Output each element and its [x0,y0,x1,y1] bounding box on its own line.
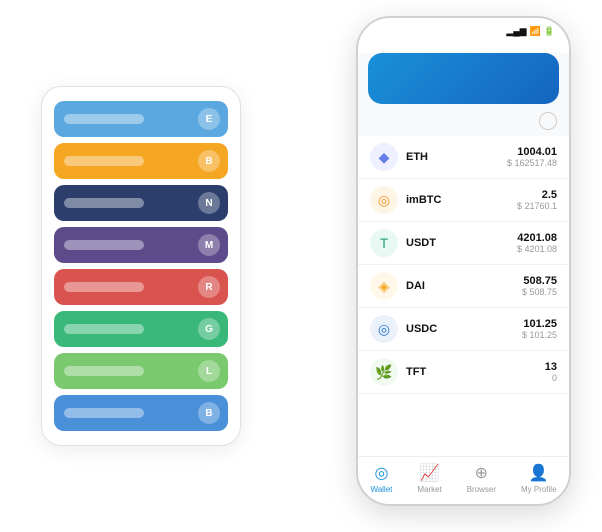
bottom-nav: ◎ Wallet 📈 Market ⊕ Browser 👤 My Profile [358,456,569,504]
nav-item-browser[interactable]: ⊕ Browser [467,463,496,494]
card-item-3: M [54,227,228,263]
status-icons: ▂▄▆ 📶 🔋 [506,26,555,37]
nav-label-wallet: Wallet [370,485,392,494]
asset-name-eth: ETH [406,151,507,163]
asset-value-tft: 0 [545,373,557,383]
phone-mockup: ▂▄▆ 📶 🔋 [356,16,571,506]
asset-amount-imbtc: 2.5 [517,189,557,201]
nav-label-browser: Browser [467,485,496,494]
asset-item-imbtc[interactable]: ◎ imBTC2.5$ 21760.1 [358,179,569,222]
asset-icon-usdc: ◎ [370,315,398,343]
signal-icon: ▂▄▆ [506,26,526,37]
asset-icon-dai: ◈ [370,272,398,300]
nav-item-my-profile[interactable]: 👤 My Profile [521,463,557,494]
asset-amount-eth: 1004.01 [507,146,557,158]
asset-amounts-dai: 508.75$ 508.75 [522,275,557,297]
asset-icon-tft: 🌿 [370,358,398,386]
app-header [358,41,569,53]
asset-list: ◆ ETH1004.01$ 162517.48 ◎ imBTC2.5$ 21760.1… [358,136,569,456]
asset-amounts-imbtc: 2.5$ 21760.1 [517,189,557,211]
asset-amount-usdt: 4201.08 [517,232,557,244]
scene: EBNMRGLB ▂▄▆ 📶 🔋 [21,16,581,516]
asset-amounts-usdt: 4201.08$ 4201.08 [517,232,557,254]
asset-value-usdt: $ 4201.08 [517,244,557,254]
card-item-0: E [54,101,228,137]
asset-item-usdc[interactable]: ◎ USDC101.25$ 101.25 [358,308,569,351]
asset-amounts-eth: 1004.01$ 162517.48 [507,146,557,168]
asset-name-usdc: USDC [406,323,522,335]
asset-value-eth: $ 162517.48 [507,158,557,168]
asset-name-imbtc: imBTC [406,194,517,206]
nav-icon-my-profile: 👤 [529,463,549,483]
asset-amount-tft: 13 [545,361,557,373]
card-stack: EBNMRGLB [41,86,241,446]
asset-name-tft: TFT [406,366,545,378]
eth-card[interactable] [368,53,559,104]
card-item-2: N [54,185,228,221]
battery-icon: 🔋 [544,26,555,37]
nav-icon-browser: ⊕ [475,463,488,483]
card-item-5: G [54,311,228,347]
asset-amount-usdc: 101.25 [522,318,557,330]
asset-item-dai[interactable]: ◈ DAI508.75$ 508.75 [358,265,569,308]
card-item-4: R [54,269,228,305]
asset-item-usdt[interactable]: T USDT4201.08$ 4201.08 [358,222,569,265]
asset-value-imbtc: $ 21760.1 [517,201,557,211]
wifi-icon: 📶 [530,26,541,37]
asset-icon-usdt: T [370,229,398,257]
asset-amounts-tft: 130 [545,361,557,383]
nav-label-market: Market [417,485,441,494]
card-item-1: B [54,143,228,179]
nav-item-market[interactable]: 📈 Market [417,463,441,494]
asset-icon-eth: ◆ [370,143,398,171]
asset-value-dai: $ 508.75 [522,287,557,297]
asset-name-usdt: USDT [406,237,517,249]
nav-label-my-profile: My Profile [521,485,557,494]
nav-item-wallet[interactable]: ◎ Wallet [370,463,392,494]
card-item-7: B [54,395,228,431]
card-item-6: L [54,353,228,389]
asset-item-tft[interactable]: 🌿 TFT130 [358,351,569,394]
asset-value-usdc: $ 101.25 [522,330,557,340]
add-asset-button[interactable] [539,112,557,130]
phone-screen: ▂▄▆ 📶 🔋 [358,18,569,504]
eth-card-balance [380,71,547,94]
asset-amounts-usdc: 101.25$ 101.25 [522,318,557,340]
nav-icon-market: 📈 [420,463,440,483]
assets-header [358,112,569,136]
asset-icon-imbtc: ◎ [370,186,398,214]
asset-item-eth[interactable]: ◆ ETH1004.01$ 162517.48 [358,136,569,179]
asset-name-dai: DAI [406,280,522,292]
status-bar: ▂▄▆ 📶 🔋 [358,18,569,41]
asset-amount-dai: 508.75 [522,275,557,287]
nav-icon-wallet: ◎ [374,463,388,483]
